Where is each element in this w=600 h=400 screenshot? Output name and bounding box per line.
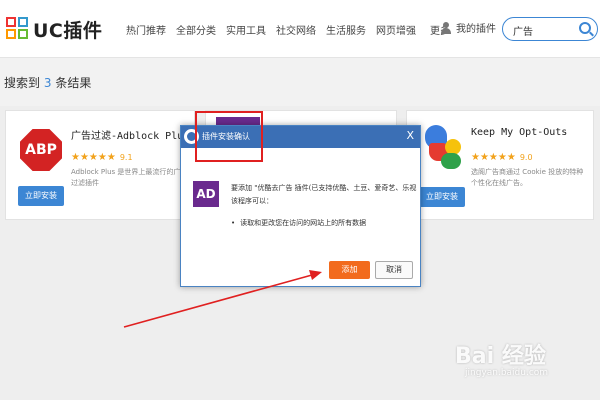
permission-item: 读取和更改您在访问的网站上的所有数据 [231,218,366,228]
google-logo-icon [421,123,463,171]
my-plugins-label: 我的插件 [456,24,496,35]
plugin-title[interactable]: Keep My Opt-Outs [471,127,567,138]
dialog-message: 要添加 "优酷去广告 插件(已支持优酷、土豆、爱奇艺、乐视该程序可以： [231,184,417,205]
search-icon[interactable] [579,22,591,34]
my-plugins-link[interactable]: 我的插件 [441,20,496,35]
nav-item-tools[interactable]: 实用工具 [226,22,266,37]
highlight-box [195,111,263,162]
plugin-card-keep-my-opt-outs[interactable]: Keep My Opt-Outs ★★★★★ 9.0 选阁广告商通过 Cookie… [406,110,594,220]
add-button[interactable]: 添加 [329,261,370,279]
search-value: 广告 [513,27,533,38]
rating-value: 9.0 [519,153,533,162]
install-button[interactable]: 立即安装 [18,186,64,206]
results-suffix: 条结果 [55,76,92,90]
plugin-title[interactable]: 广告过滤-Adblock Plus [71,127,189,142]
nav-item-web-enhance[interactable]: 网页增强 [376,22,416,37]
uc-plugin-logo[interactable]: UC插件 [6,16,102,42]
top-header: UC插件 热门推荐 全部分类 实用工具 社交网络 生活服务 网页增强 更多 我的… [0,0,600,58]
plugin-description: Adblock Plus 是世界上最流行的广告过滤插件 [71,168,188,187]
install-button[interactable]: 立即安装 [419,187,465,207]
results-count: 3 [43,76,52,90]
nav-item-hot[interactable]: 热门推荐 [126,22,166,37]
cancel-button[interactable]: 取消 [375,261,413,279]
plugin-card-adblock[interactable]: ABP 广告过滤-Adblock Plus ★★★★★ 9.1 Adblock P… [5,110,195,220]
watermark-text: Bai 经验 [455,344,546,369]
rating-stars-icon: ★★★★★ 9.0 [471,152,533,163]
results-prefix: 搜索到 [4,76,41,90]
baidu-jingyan-watermark: Bai 经验 jingyan.baidu.com [455,338,580,382]
nav-item-all-categories[interactable]: 全部分类 [176,22,216,37]
user-icon [441,21,451,34]
close-icon[interactable]: X [406,129,414,142]
watermark-url: jingyan.baidu.com [465,368,549,378]
logo-text: UC插件 [33,19,103,42]
plugin-description: 选阁广告商通过 Cookie 投放的特种个性化在线广告。 [471,168,584,187]
rating-value: 9.1 [119,153,133,162]
main-nav: 热门推荐 全部分类 实用工具 社交网络 生活服务 网页增强 更多 [126,22,460,37]
logo-squares-icon [6,17,30,41]
search-input[interactable]: 广告 [502,17,598,41]
nav-item-life[interactable]: 生活服务 [326,22,366,37]
ad-plugin-icon: AD [193,181,219,207]
abp-icon: ABP [20,129,62,171]
nav-item-social[interactable]: 社交网络 [276,22,316,37]
rating-stars-icon: ★★★★★ 9.1 [71,152,133,163]
results-summary: 搜索到 3 条结果 [4,74,91,91]
